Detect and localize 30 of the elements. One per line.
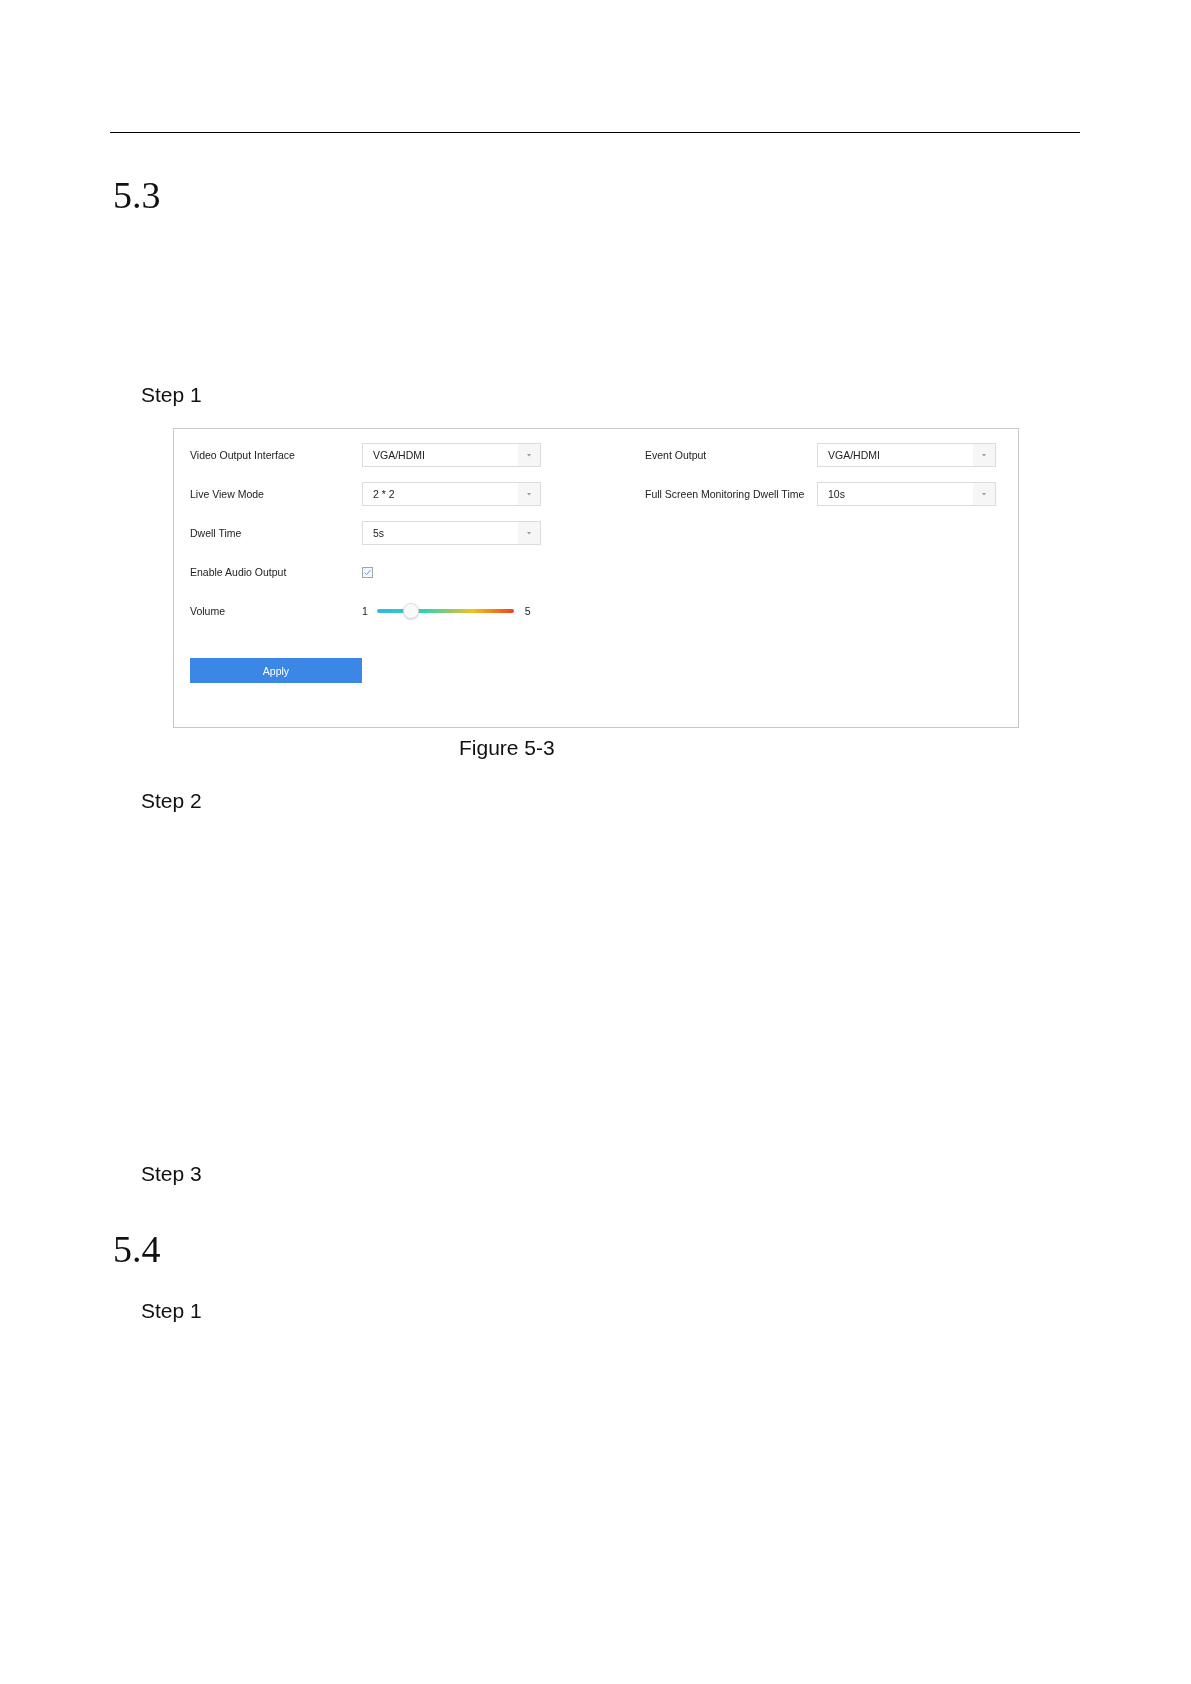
volume-slider[interactable] [376,603,514,619]
field-label: Video Output Interface [190,449,296,461]
caret-icon [518,522,540,544]
field-label: Event Output [645,449,708,461]
slider-min: 1 [362,605,368,617]
checkbox[interactable] [362,566,373,578]
step-label: Step 1 [141,382,202,408]
dropdown[interactable]: 10s [817,482,996,506]
step-label: Step 3 [141,1161,202,1187]
caret-icon [518,444,540,466]
caret-icon [518,483,540,505]
slider-max: 5 [524,605,531,617]
section-number: 5.3 [113,174,161,216]
dropdown[interactable]: VGA/HDMI [362,443,541,467]
field-label: Live View Mode [190,488,265,500]
field-label: Enable Audio Output [190,566,288,578]
figure-caption: Figure 5-3 [459,735,555,761]
dropdown[interactable]: 2 * 2 [362,482,541,506]
field-label: Volume [190,605,227,617]
field-label: Full Screen Monitoring Dwell Time [645,488,806,500]
caret-icon [973,483,995,505]
dropdown[interactable]: VGA/HDMI [817,443,996,467]
step-label: Step 2 [141,788,202,814]
slider-thumb[interactable] [403,603,420,619]
apply-button[interactable]: Apply [190,658,362,683]
caret-icon [973,444,995,466]
section-number: 5.4 [113,1228,161,1270]
field-label: Dwell Time [190,527,243,539]
dropdown[interactable]: 5s [362,521,541,545]
step-label: Step 1 [141,1298,202,1324]
